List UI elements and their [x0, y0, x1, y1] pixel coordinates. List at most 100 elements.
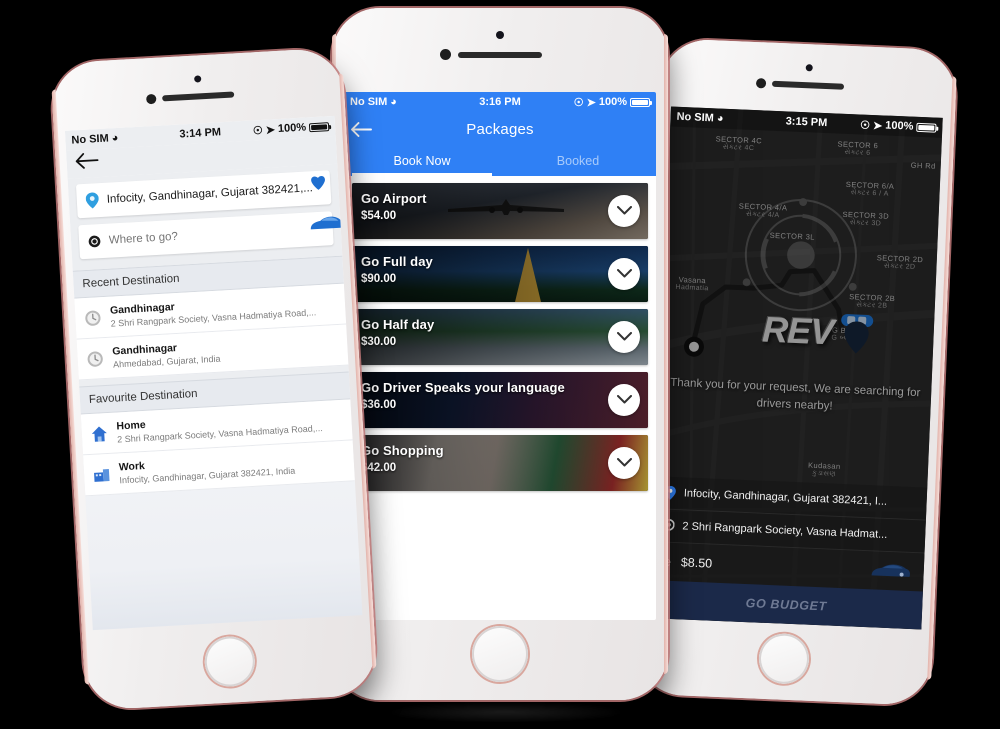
battery-icon: [630, 97, 652, 107]
clock-icon: [84, 309, 102, 327]
car-icon: [871, 564, 910, 577]
fare-amount: $8.50: [680, 555, 713, 571]
tab-book-now[interactable]: Book Now: [344, 146, 500, 176]
package-name: Go Airport: [361, 191, 427, 206]
map-label: SECTOR 4C સેક્ટર 4C: [715, 134, 763, 154]
map-label-name: GH Rd: [910, 160, 936, 171]
map-label-local: સેક્ટર 6: [844, 149, 871, 158]
alarm-icon: ☉: [573, 96, 584, 109]
package-expand-button[interactable]: [608, 384, 640, 416]
package-price: $42.00: [361, 462, 397, 474]
phone-center-packages: No SIM ◕ 3:16 PM ☉ ➤ 100% Packages Book …: [332, 8, 668, 700]
map-label: SECTOR 2D સેક્ટર 2D: [876, 253, 924, 273]
map-label: GH Rd: [911, 161, 936, 171]
chevron-down-icon: [616, 265, 632, 283]
map-label-name: SECTOR 3L: [769, 230, 816, 242]
app-bar: No SIM ◕ 3:16 PM ☉ ➤ 100% Packages Book …: [344, 92, 656, 176]
map-pin-icon: [85, 192, 99, 209]
clock-icon: [86, 350, 104, 368]
location-arrow-icon: ➤: [586, 96, 596, 109]
package-text: Go Shopping $42.00: [361, 443, 444, 474]
map-label: SECTOR 2B સેક્ટર 2B: [849, 292, 895, 312]
package-card[interactable]: Go Half day $30.00: [352, 309, 648, 365]
back-arrow-icon: [75, 153, 99, 169]
status-right-left: ☉ ➤ 100%: [253, 120, 330, 137]
front-camera-icon: [440, 49, 451, 60]
package-card[interactable]: Go Full day $90.00: [352, 246, 648, 302]
rev-logo: REV: [761, 308, 835, 353]
location-arrow-icon: ➤: [872, 119, 883, 132]
map-label: SECTOR 4/A સેક્ટર 4/A: [738, 201, 788, 221]
status-right-center: ☉ ➤ 100%: [573, 96, 652, 109]
mockup-stage: SECTOR 4C સેક્ટર 4C SECTOR 6 સેક્ટર 6 SECTOR…: [0, 0, 1000, 729]
tab-bar: Book Now Booked: [344, 146, 656, 176]
package-price: $30.00: [361, 336, 397, 348]
battery-icon: [916, 122, 937, 133]
tab-booked[interactable]: Booked: [500, 146, 656, 176]
map-label: SECTOR 3L: [769, 231, 815, 242]
proximity-sensor-icon: [496, 31, 504, 39]
destination-pin-icon: [88, 235, 101, 248]
package-expand-button[interactable]: [608, 447, 640, 479]
status-right-right: ☉ ➤ 100%: [860, 118, 937, 134]
package-expand-button[interactable]: [608, 321, 640, 353]
destination-input[interactable]: [108, 222, 325, 247]
map-label-local: સેક્ટર 4C: [722, 144, 755, 153]
battery-percent: 100%: [885, 119, 914, 133]
earpiece-speaker-icon: [458, 52, 542, 58]
pickup-marker-icon: [683, 336, 704, 357]
package-price: $36.00: [361, 399, 397, 411]
package-card[interactable]: Go Airport $54.00: [352, 183, 648, 239]
package-expand-button[interactable]: [608, 258, 640, 290]
home-button-center[interactable]: [472, 626, 528, 682]
pickup-address-text: Infocity, Gandhinagar, Gujarat 382421, I…: [683, 487, 888, 508]
package-name: Go Half day: [361, 317, 435, 332]
work-icon: [93, 465, 111, 483]
alarm-icon: ☉: [252, 124, 264, 137]
battery-icon: [308, 121, 330, 132]
destination-field[interactable]: [78, 211, 334, 260]
package-text: Go Airport $54.00: [361, 191, 427, 222]
chevron-down-icon: [616, 391, 632, 409]
chevron-down-icon: [616, 454, 632, 472]
car-shortcut-icon[interactable]: [308, 212, 343, 236]
package-card[interactable]: Go Shopping $42.00: [352, 435, 648, 491]
package-price: $54.00: [361, 210, 397, 222]
phone-center-screen: No SIM ◕ 3:16 PM ☉ ➤ 100% Packages Book …: [344, 92, 656, 620]
page-title: Packages: [466, 120, 534, 138]
map-label-local: કુડાસણ: [811, 470, 837, 479]
drop-address-text: 2 Shri Rangpark Society, Vasna Hadmat...: [682, 520, 888, 541]
package-list: Go Airport $54.00 Go Full day $90.00 Go Half…: [344, 176, 656, 491]
map-label: SECTOR 6 સેક્ટર 6: [837, 140, 878, 160]
map-label: SECTOR 3D સેક્ટર 3D: [842, 210, 889, 230]
map-label-local: Hadmatia: [675, 284, 709, 293]
nav-bar: Packages: [344, 112, 656, 146]
package-expand-button[interactable]: [608, 195, 640, 227]
package-price: $90.00: [361, 273, 397, 285]
package-text: Go Driver Speaks your language $36.00: [361, 380, 565, 411]
battery-percent: 100%: [598, 96, 627, 108]
home-icon: [90, 425, 108, 443]
favourite-destination-list: Home 2 Shri Rangpark Society, Vasna Hadma…: [80, 399, 355, 497]
pickup-field[interactable]: Infocity, Gandhinagar, Gujarat 382421,..…: [75, 170, 332, 219]
status-bar-center: No SIM ◕ 3:16 PM ☉ ➤ 100%: [344, 92, 656, 112]
package-name: Go Shopping: [361, 443, 444, 458]
map-label: SECTOR 6/A સેક્ટર 6 / A: [845, 180, 895, 200]
package-name: Go Full day: [361, 254, 433, 269]
floor-shadow: [380, 701, 630, 723]
chevron-down-icon: [616, 328, 632, 346]
bookmark-heart-icon[interactable]: [310, 174, 339, 198]
destination-marker-icon: [844, 321, 869, 354]
alarm-icon: ☉: [859, 118, 871, 132]
map-view[interactable]: SECTOR 4C સેક્ટર 4C SECTOR 6 સેક્ટર 6 SECTOR…: [649, 106, 943, 630]
package-card[interactable]: Go Driver Speaks your language $36.00: [352, 372, 648, 428]
map-label: Vasana Hadmatia: [675, 275, 709, 294]
map-label: Kudasan કુડાસણ: [808, 461, 841, 480]
phone-left-screen: No SIM ◕ 3:14 PM ☉ ➤ 100% Infocity, Gand…: [64, 115, 363, 631]
phone-left-destination-picker: No SIM ◕ 3:14 PM ☉ ➤ 100% Infocity, Gand…: [50, 47, 378, 711]
phone-right-map: SECTOR 4C સેક્ટર 4C SECTOR 6 સેક્ટર 6 SECTOR…: [634, 38, 958, 706]
location-arrow-icon: ➤: [265, 123, 276, 137]
package-text: Go Half day $30.00: [361, 317, 434, 348]
pickup-value: Infocity, Gandhinagar, Gujarat 382421,..…: [106, 182, 314, 206]
recent-destination-list: Gandhinagar 2 Shri Rangpark Society, Vasn…: [74, 283, 349, 381]
